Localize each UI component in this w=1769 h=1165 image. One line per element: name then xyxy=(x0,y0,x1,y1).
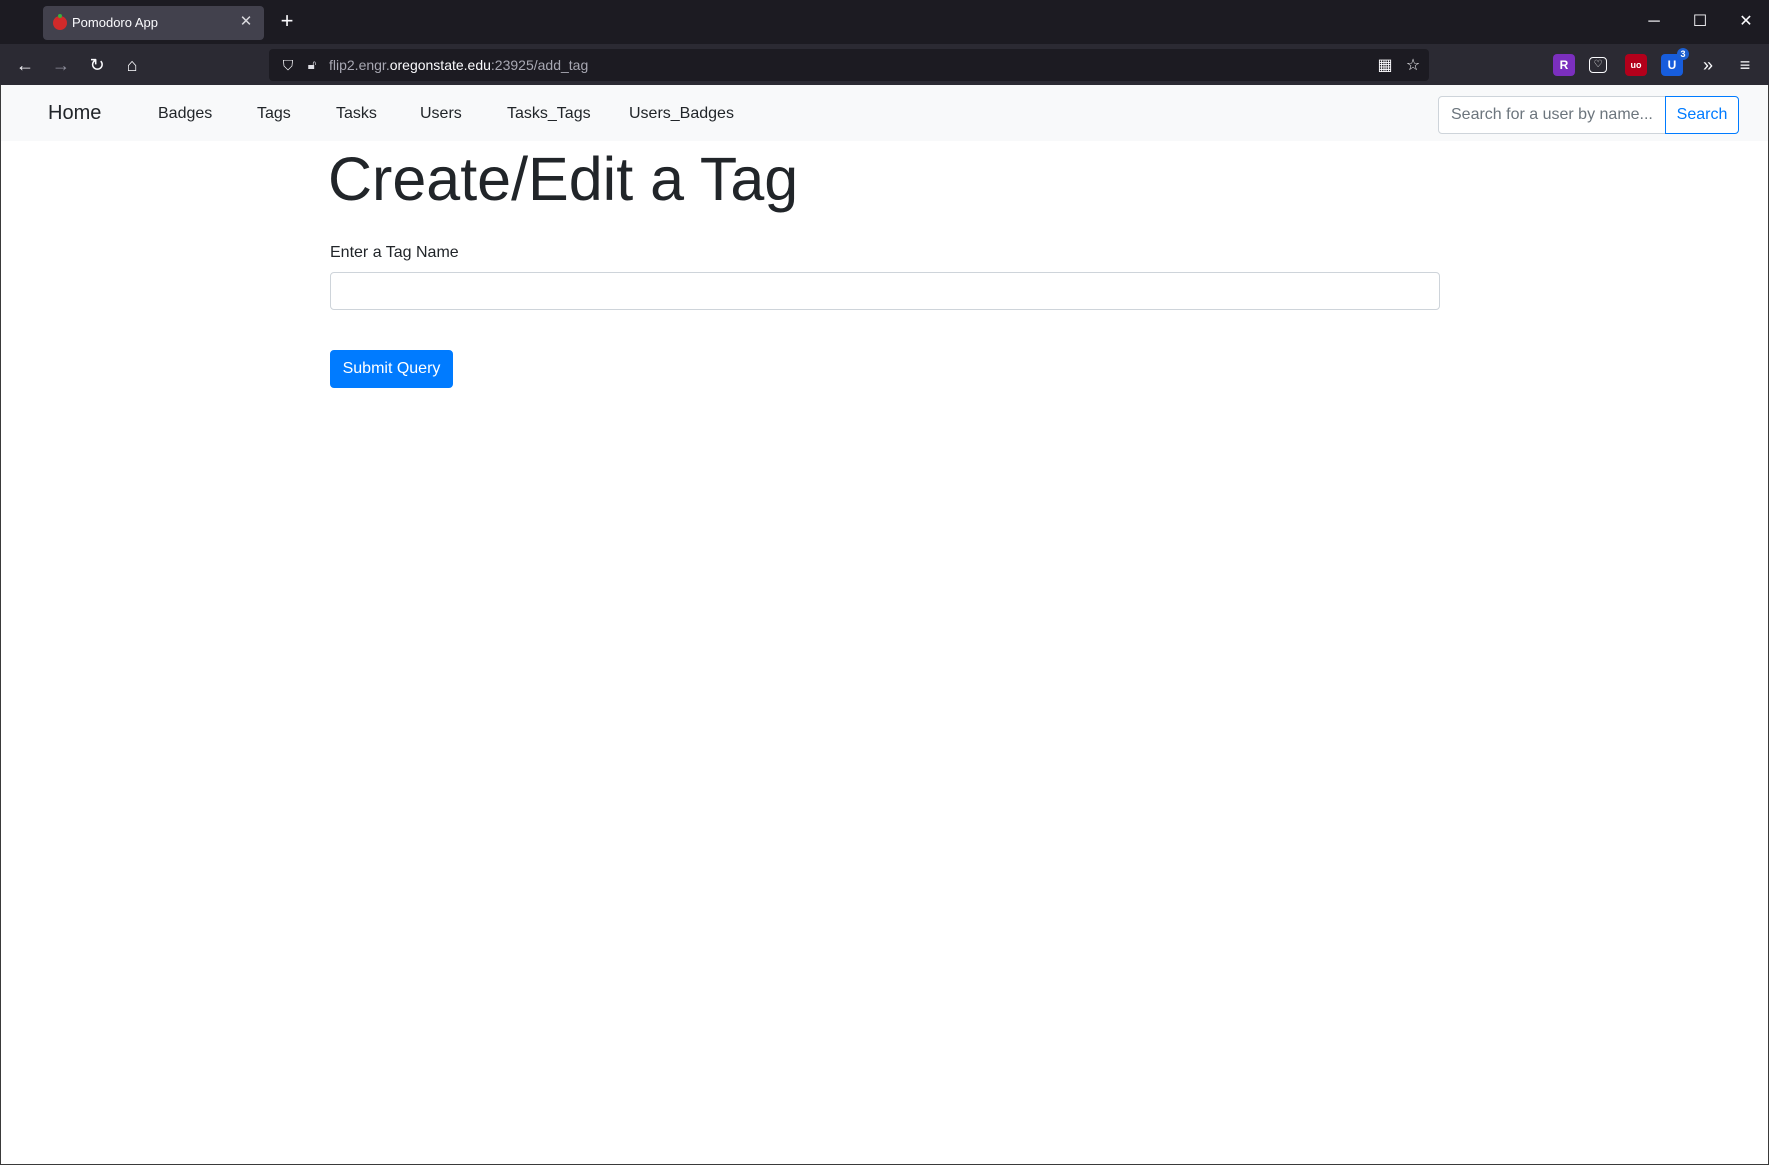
minimize-window-icon[interactable]: ─ xyxy=(1640,10,1668,34)
hamburger-menu-icon[interactable]: ≡ xyxy=(1732,52,1758,78)
back-arrow-icon[interactable]: ← xyxy=(12,52,38,78)
maximize-window-icon[interactable]: ☐ xyxy=(1686,10,1714,34)
nav-link-users[interactable]: Users xyxy=(420,105,462,123)
browser-toolbar: ← → ↻ ⌂ ⛉ 🔓︎ flip2.engr.oregonstate.edu:… xyxy=(0,44,1769,85)
nav-link-badges[interactable]: Badges xyxy=(158,105,212,123)
forward-arrow-icon[interactable]: → xyxy=(48,52,74,78)
extensions-overflow-icon[interactable]: » xyxy=(1695,52,1721,78)
insecure-lock-icon[interactable]: 🔓︎ xyxy=(303,56,321,74)
window-border xyxy=(0,85,1769,1165)
shield-icon[interactable]: ⛉ xyxy=(279,56,297,74)
browser-tab[interactable]: Pomodoro App ✕ xyxy=(43,6,264,40)
r-extension-icon[interactable]: R xyxy=(1553,54,1575,76)
submit-query-button[interactable]: Submit Query xyxy=(330,350,453,388)
browser-tab-strip: Pomodoro App ✕ + ─ ☐ ✕ xyxy=(0,0,1769,44)
tomato-favicon-icon xyxy=(53,14,67,30)
close-tab-icon[interactable]: ✕ xyxy=(236,12,256,32)
pocket-icon[interactable]: ♡ xyxy=(1589,57,1607,73)
bitwarden-icon[interactable]: U3 xyxy=(1661,48,1689,76)
nav-link-tags[interactable]: Tags xyxy=(257,105,291,123)
home-icon[interactable]: ⌂ xyxy=(119,52,145,78)
page-title: Create/Edit a Tag xyxy=(328,145,799,213)
qr-code-icon[interactable]: ▦ xyxy=(1374,55,1396,77)
nav-link-tasks-tags[interactable]: Tasks_Tags xyxy=(507,105,591,123)
search-button[interactable]: Search xyxy=(1665,96,1739,134)
nav-brand-home[interactable]: Home xyxy=(48,102,101,125)
reload-icon[interactable]: ↻ xyxy=(84,52,110,78)
tag-name-label: Enter a Tag Name xyxy=(330,244,459,261)
tab-title: Pomodoro App xyxy=(72,15,159,30)
new-tab-icon[interactable]: + xyxy=(276,10,298,32)
extension-badge: 3 xyxy=(1677,48,1689,60)
app-navbar: Home Badges Tags Tasks Users Tasks_Tags … xyxy=(1,85,1769,141)
tag-name-input[interactable] xyxy=(330,272,1440,310)
close-window-icon[interactable]: ✕ xyxy=(1732,10,1760,34)
nav-link-users-badges[interactable]: Users_Badges xyxy=(629,105,734,123)
bookmark-star-icon[interactable]: ☆ xyxy=(1402,55,1424,77)
address-bar[interactable]: ⛉ 🔓︎ flip2.engr.oregonstate.edu:23925/ad… xyxy=(269,49,1429,81)
url-text[interactable]: flip2.engr.oregonstate.edu:23925/add_tag xyxy=(329,57,588,73)
user-search-input[interactable] xyxy=(1438,96,1666,134)
nav-link-tasks[interactable]: Tasks xyxy=(336,105,377,123)
ublock-icon[interactable]: uo xyxy=(1625,54,1647,76)
